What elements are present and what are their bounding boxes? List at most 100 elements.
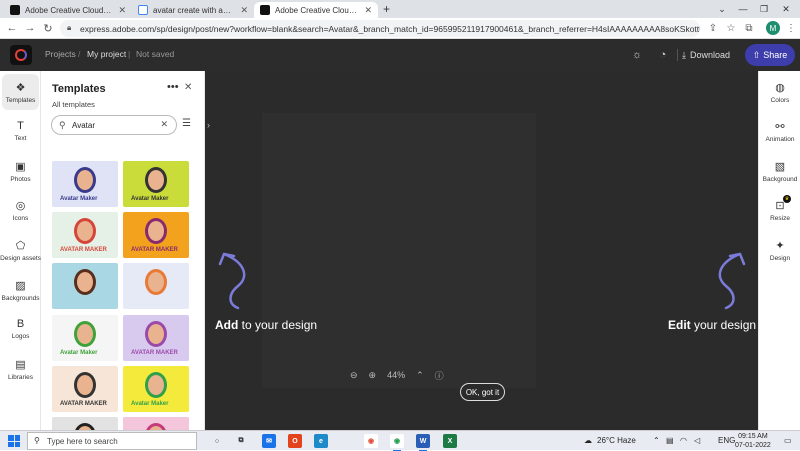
save-status: Not saved xyxy=(136,49,175,59)
more-options-icon[interactable]: ••• xyxy=(167,81,179,93)
clock[interactable]: 09:15 AM 07-01-2022 xyxy=(735,432,771,450)
template-thumbnail[interactable]: Avatar Maker xyxy=(123,366,189,412)
mail-app-icon[interactable]: ✉ xyxy=(262,434,276,448)
weather-icon[interactable]: ☁︎ xyxy=(584,436,592,445)
close-panel-icon[interactable]: ✕ xyxy=(184,82,192,93)
rail-item-libraries[interactable]: ▤ Libraries xyxy=(0,351,41,387)
zoom-in-icon[interactable]: ⊕ xyxy=(369,370,377,381)
template-thumbnail[interactable]: AVATAR MAKER xyxy=(52,366,118,412)
browser-tab[interactable]: avatar create with adobe creative ✕ xyxy=(132,2,254,18)
rail-label: Backgrounds xyxy=(1,294,40,302)
rail-item-resize[interactable]: ♛ ⊡ Resize xyxy=(759,192,800,228)
excel-app-icon[interactable]: X xyxy=(443,434,457,448)
close-tab-icon[interactable]: ✕ xyxy=(118,5,126,16)
rail-item-colors[interactable]: ◍ Colors xyxy=(759,74,800,110)
rail-item-design-assets[interactable]: ⬠ Design assets xyxy=(0,232,41,268)
template-thumbnail[interactable]: Avatar Maker xyxy=(123,161,189,207)
url-field[interactable]: 🔒︎ express.adobe.com/sp/design/post/new?… xyxy=(60,20,700,37)
windows-start-icon[interactable] xyxy=(8,435,20,447)
clear-search-icon[interactable]: ✕ xyxy=(160,119,168,130)
rail-item-animation[interactable]: ⚯ Animation xyxy=(759,113,800,149)
show-hidden-icons-icon[interactable]: ⌃ xyxy=(653,436,660,445)
rail-item-icons[interactable]: ◎ Icons xyxy=(0,192,41,228)
template-label: Avatar Maker xyxy=(131,401,169,407)
template-thumbnail[interactable] xyxy=(123,417,189,430)
browser-tab-strip: Adobe Creative Cloud Express (Be ✕ avata… xyxy=(0,0,800,18)
extensions-icon[interactable]: ⧉ xyxy=(742,21,756,35)
forward-arrow-icon[interactable]: → xyxy=(23,21,37,35)
wifi-icon[interactable]: ◠ xyxy=(680,436,687,445)
ok-got-it-button[interactable]: OK, got it xyxy=(460,383,505,401)
task-view-icon[interactable]: ⧉ xyxy=(234,434,248,448)
chevron-up-icon[interactable]: ⌃ xyxy=(416,370,424,381)
more-menu-icon[interactable]: ⋮ xyxy=(784,21,798,35)
template-thumbnail[interactable]: AVATAR MAKER xyxy=(52,212,118,258)
zoom-out-icon[interactable]: ⊖ xyxy=(350,370,358,381)
template-thumbnail[interactable] xyxy=(52,417,118,430)
text-icon: T xyxy=(17,120,24,132)
minimize-icon[interactable]: — xyxy=(733,1,753,17)
volume-icon[interactable]: ◁ xyxy=(694,436,700,445)
chrome-app-icon-2[interactable]: ◉ xyxy=(390,434,404,451)
template-search-input[interactable]: ⚲ Avatar ✕ xyxy=(51,115,177,135)
breadcrumb-separator: / xyxy=(78,49,81,59)
close-window-icon[interactable]: ✕ xyxy=(776,1,796,17)
notifications-icon[interactable]: ▭ xyxy=(784,436,792,445)
profile-avatar[interactable]: M xyxy=(766,21,780,35)
edit-design-hint: Edit your design xyxy=(668,318,756,332)
comment-icon[interactable]: ◔ xyxy=(655,47,671,63)
back-arrow-icon[interactable]: ← xyxy=(5,21,19,35)
browser-tab-active[interactable]: Adobe Creative Cloud Express ✕ xyxy=(254,2,378,18)
rail-item-design[interactable]: ✦ Design xyxy=(759,232,800,268)
search-icon: ⚲ xyxy=(34,436,40,445)
rail-label: Text xyxy=(14,135,27,142)
chrome-app-icon[interactable]: ◉ xyxy=(364,434,378,448)
weather-text[interactable]: 26°C Haze xyxy=(597,436,636,445)
word-app-icon[interactable]: W xyxy=(416,434,430,451)
template-thumbnail[interactable]: AVATAR MAKER xyxy=(123,315,189,361)
avatar-illustration xyxy=(74,218,96,244)
chevron-down-icon[interactable]: ⌄ xyxy=(712,1,732,17)
avatar-illustration xyxy=(74,321,96,347)
adobe-express-logo[interactable] xyxy=(10,45,32,65)
edge-app-icon[interactable]: e xyxy=(314,434,328,448)
lightbulb-icon[interactable]: ☼ xyxy=(629,47,645,63)
close-tab-icon[interactable]: ✕ xyxy=(240,5,248,16)
rail-item-templates[interactable]: ❖ Templates xyxy=(2,74,39,110)
avatar-illustration xyxy=(74,269,96,295)
info-icon[interactable]: ⓘ xyxy=(435,369,444,382)
language-indicator[interactable]: ENG xyxy=(718,436,735,445)
browser-tab[interactable]: Adobe Creative Cloud Express (Be ✕ xyxy=(4,2,132,18)
cortana-icon[interactable]: ○ xyxy=(210,434,224,448)
logos-icon: B xyxy=(16,318,25,330)
filter-sliders-icon[interactable]: ☰ xyxy=(182,118,191,129)
rail-item-background[interactable]: ▧ Background xyxy=(759,153,800,189)
bookmark-star-icon[interactable]: ☆ xyxy=(724,21,738,35)
close-tab-icon[interactable]: ✕ xyxy=(364,5,372,16)
rail-item-photos[interactable]: ▣ Photos xyxy=(0,153,41,189)
reload-icon[interactable]: ↻ xyxy=(41,21,55,35)
template-thumbnail[interactable]: Avatar Maker xyxy=(52,161,118,207)
left-tool-rail: ❖ Templates T Text ▣ Photos ◎ Icons ⬠ De… xyxy=(0,71,41,430)
template-thumbnail[interactable]: AVATAR MAKER xyxy=(123,212,189,258)
rail-item-backgrounds[interactable]: ▨ Backgrounds xyxy=(0,272,41,308)
project-title[interactable]: My project xyxy=(87,49,126,59)
download-button[interactable]: ⤓ Download xyxy=(682,47,730,63)
share-page-icon[interactable]: ⇪ xyxy=(706,21,720,35)
share-button[interactable]: ⇧ Share xyxy=(745,44,795,66)
taskbar-search-input[interactable]: ⚲ Type here to search xyxy=(27,432,197,450)
template-thumbnail[interactable] xyxy=(123,263,189,309)
zoom-level[interactable]: 44% xyxy=(387,370,405,380)
new-tab-button[interactable]: + xyxy=(383,2,390,16)
projects-link[interactable]: Projects xyxy=(45,49,76,59)
template-thumbnail[interactable] xyxy=(52,263,118,309)
rail-item-text[interactable]: T Text xyxy=(0,113,41,149)
template-thumbnail[interactable]: Avatar Maker xyxy=(52,315,118,361)
office-app-icon[interactable]: O xyxy=(288,434,302,448)
artboard[interactable] xyxy=(262,113,536,388)
network-icon[interactable]: ▤ xyxy=(666,436,674,445)
collapse-panel-chevron-icon[interactable]: › xyxy=(207,120,210,130)
avatar-illustration xyxy=(74,423,96,430)
maximize-icon[interactable]: ❐ xyxy=(754,1,774,17)
rail-item-logos[interactable]: B Logos xyxy=(0,311,41,347)
